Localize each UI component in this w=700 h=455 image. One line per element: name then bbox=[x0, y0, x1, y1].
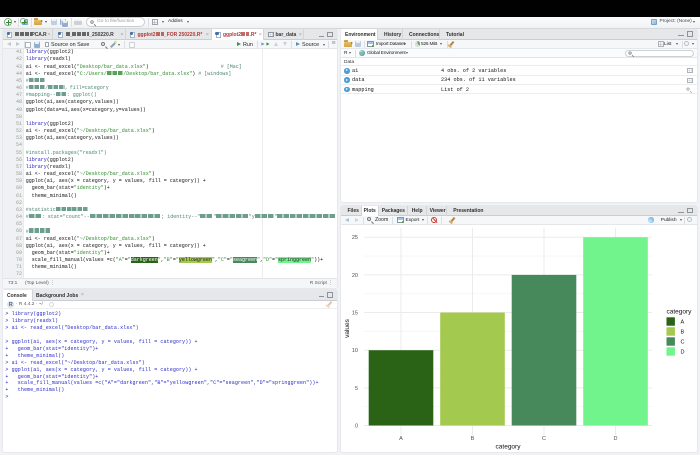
svg-text:category: category bbox=[496, 444, 522, 451]
svg-text:C: C bbox=[681, 340, 685, 346]
svg-text:B: B bbox=[681, 330, 685, 336]
svg-text:D: D bbox=[681, 350, 685, 356]
svg-text:A: A bbox=[681, 320, 685, 326]
svg-text:category: category bbox=[667, 309, 693, 316]
svg-text:B: B bbox=[471, 436, 475, 442]
svg-text:15: 15 bbox=[352, 310, 358, 316]
svg-text:C: C bbox=[542, 436, 546, 442]
svg-text:20: 20 bbox=[352, 273, 358, 279]
svg-text:A: A bbox=[399, 436, 403, 442]
svg-text:0: 0 bbox=[355, 423, 358, 429]
svg-text:25: 25 bbox=[352, 235, 358, 241]
svg-text:5: 5 bbox=[355, 386, 358, 392]
svg-text:D: D bbox=[614, 436, 618, 442]
svg-text:values: values bbox=[344, 318, 351, 338]
svg-text:10: 10 bbox=[352, 348, 358, 354]
